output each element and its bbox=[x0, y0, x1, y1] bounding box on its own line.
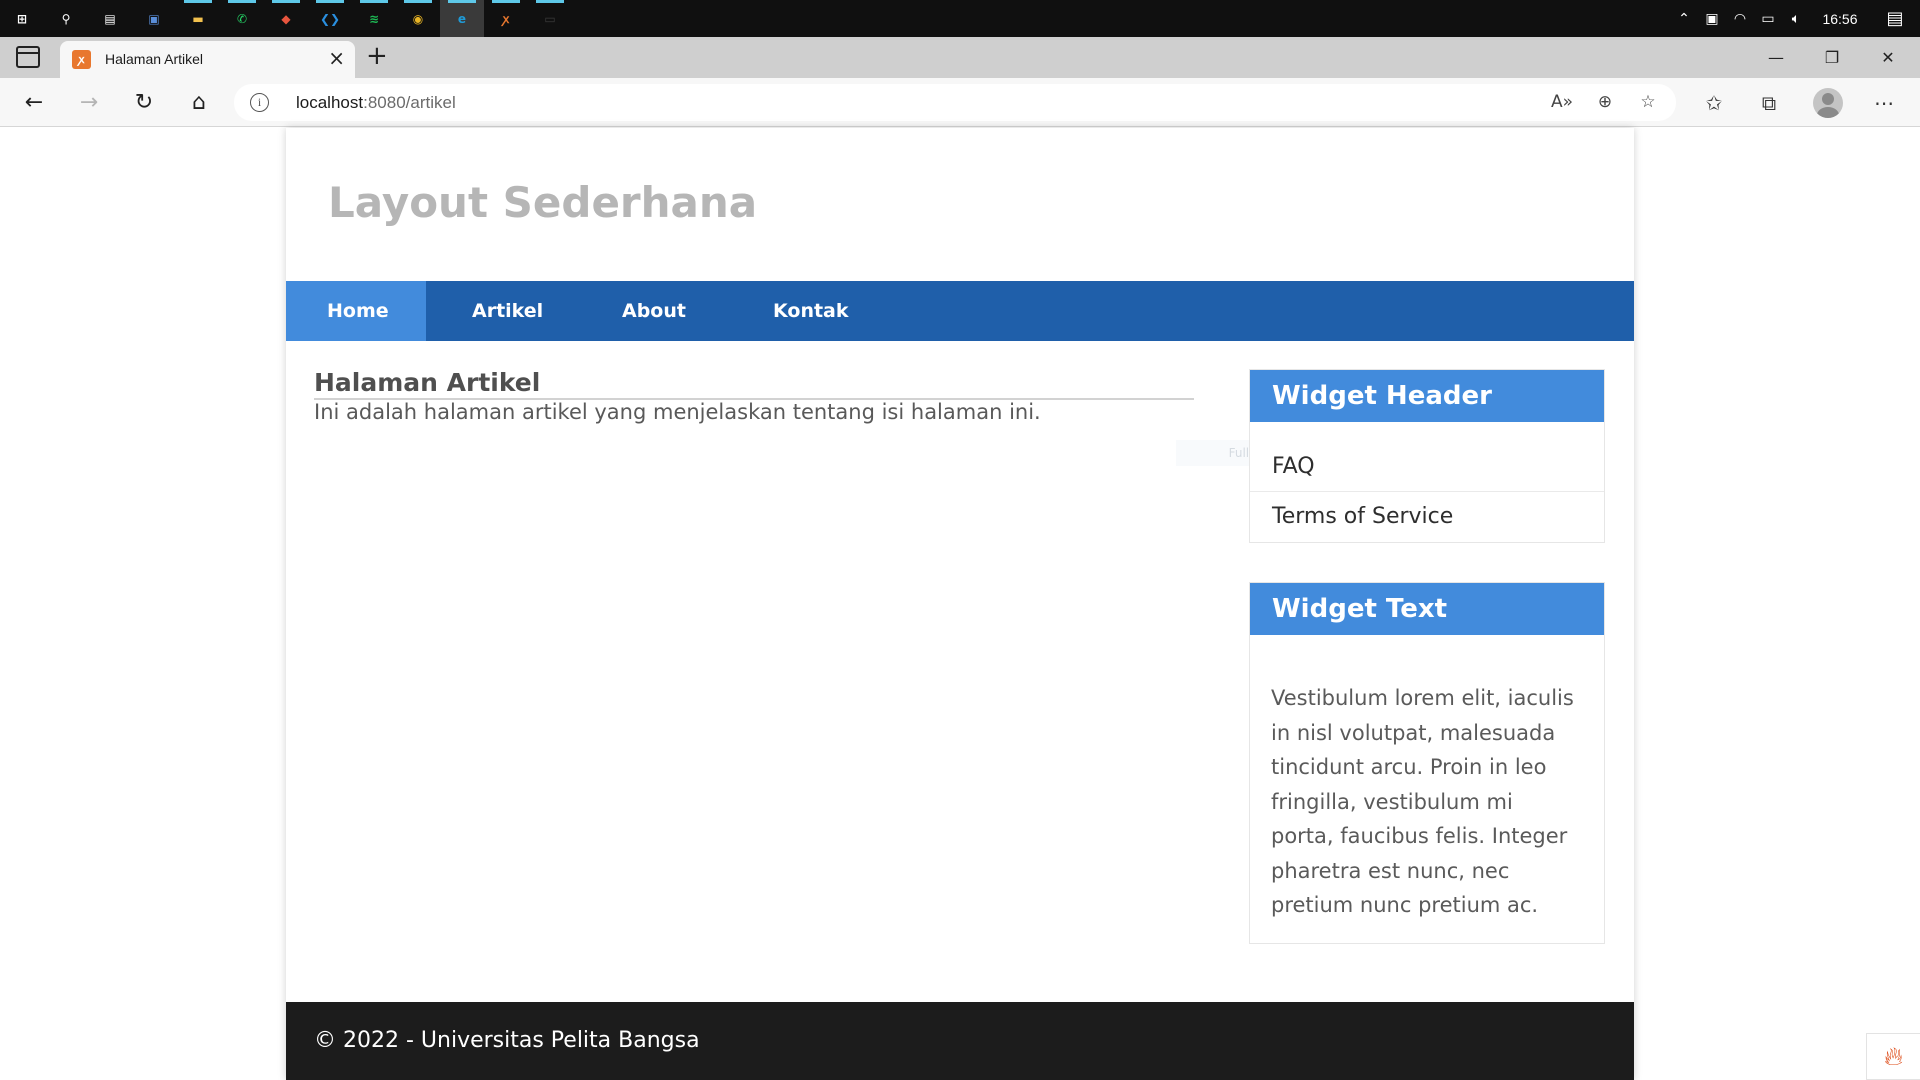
collections-icon[interactable]: ⧉ bbox=[1751, 87, 1787, 119]
windows-start-icon[interactable]: ⊞ bbox=[0, 0, 44, 37]
search-icon[interactable]: ⚲ bbox=[44, 0, 88, 37]
page-viewport: Layout Sederhana Home Artikel About Kont… bbox=[0, 128, 1920, 1080]
read-aloud-icon[interactable]: A» bbox=[1547, 92, 1577, 112]
photos-app-icon[interactable]: ▣ bbox=[132, 0, 176, 37]
search-icon-glyph: ⚲ bbox=[61, 11, 71, 26]
zoom-icon[interactable]: ⊕ bbox=[1590, 92, 1620, 112]
site-header: Layout Sederhana bbox=[286, 128, 1634, 281]
widget-header-title: Widget Header bbox=[1250, 370, 1604, 422]
browser-tab-active[interactable]: ꭗ Halaman Artikel × bbox=[60, 41, 355, 78]
site-title: Layout Sederhana bbox=[328, 178, 758, 227]
spotify-icon-glyph: ≋ bbox=[368, 11, 380, 26]
forward-arrow-icon[interactable]: → bbox=[71, 86, 107, 120]
xampp-favicon-icon: ꭗ bbox=[72, 50, 91, 69]
widget-header-box: Widget Header FAQ Terms of Service bbox=[1249, 369, 1605, 543]
spotify-icon[interactable]: ≋ bbox=[352, 0, 396, 37]
chevron-up-icon[interactable]: ⌃ bbox=[1670, 11, 1698, 27]
codeigniter-debug-toolbar-icon[interactable]: 🔥︎ bbox=[1866, 1033, 1920, 1080]
task-view-icon-glyph: ▤ bbox=[104, 11, 116, 26]
add-favorite-icon[interactable]: ☆ bbox=[1633, 92, 1663, 112]
favorites-icon[interactable]: ✩ bbox=[1696, 87, 1732, 119]
paint-app-icon[interactable]: ◆ bbox=[264, 0, 308, 37]
nav-link-about[interactable]: About bbox=[576, 281, 726, 341]
window-minimize-button[interactable]: — bbox=[1748, 37, 1804, 78]
site-info-icon[interactable]: i bbox=[250, 93, 269, 112]
widget-link-terms[interactable]: Terms of Service bbox=[1250, 492, 1604, 542]
terminal-icon[interactable]: ▭ bbox=[528, 0, 572, 37]
wifi-icon[interactable]: ◠ bbox=[1726, 11, 1754, 27]
vscode-icon[interactable]: ❮❯ bbox=[308, 0, 352, 37]
url-text[interactable]: localhost:8080/artikel bbox=[296, 93, 456, 113]
browser-toolbar: ← → ↻ ⌂ i localhost:8080/artikel A» ⊕ ☆ … bbox=[0, 78, 1920, 127]
article-body: Ini adalah halaman artikel yang menjelas… bbox=[314, 400, 1041, 424]
windows-taskbar: ⊞ ⚲ ▤ ▣ ▬ ✆ ◆ ❮❯ ≋ ◉ e ꭗ ▭ ⌃ ▣ ◠ ▭ 🔈︎ 16:56 ▤ bbox=[0, 0, 1920, 37]
file-explorer-icon-glyph: ▬ bbox=[192, 11, 204, 26]
chrome-icon[interactable]: ◉ bbox=[396, 0, 440, 37]
volume-icon[interactable]: 🔈︎ bbox=[1782, 11, 1810, 27]
nav-link-artikel[interactable]: Artikel bbox=[426, 281, 576, 341]
widget-text-box: Widget Text Vestibulum lorem elit, iacul… bbox=[1249, 582, 1605, 944]
xampp-icon[interactable]: ꭗ bbox=[484, 0, 528, 37]
widget-link-faq[interactable]: FAQ bbox=[1250, 442, 1604, 492]
browser-tabstrip: ꭗ Halaman Artikel × bbox=[0, 37, 1920, 78]
nav-link-kontak[interactable]: Kontak bbox=[726, 281, 876, 341]
widget-text-title: Widget Text bbox=[1250, 583, 1604, 635]
file-explorer-icon[interactable]: ▬ bbox=[176, 0, 220, 37]
system-tray: ⌃ ▣ ◠ ▭ 🔈︎ 16:56 ▤ bbox=[1670, 0, 1920, 37]
profile-avatar[interactable] bbox=[1813, 88, 1843, 118]
taskbar-apps: ⊞ ⚲ ▤ ▣ ▬ ✆ ◆ ❮❯ ≋ ◉ e ꭗ ▭ bbox=[0, 0, 572, 37]
tab-actions-icon[interactable] bbox=[16, 46, 40, 68]
paint-app-icon-glyph: ◆ bbox=[281, 11, 291, 26]
tab-close-icon[interactable]: × bbox=[328, 46, 345, 70]
address-bar[interactable]: i localhost:8080/artikel A» ⊕ ☆ bbox=[234, 84, 1676, 121]
xampp-icon-glyph: ꭗ bbox=[502, 12, 510, 26]
meet-now-icon[interactable]: ▣ bbox=[1698, 11, 1726, 27]
new-tab-button[interactable]: + bbox=[366, 41, 388, 71]
edge-icon-glyph: e bbox=[457, 11, 467, 26]
url-host: localhost bbox=[296, 93, 364, 112]
site-footer: © 2022 - Universitas Pelita Bangsa bbox=[286, 1002, 1634, 1080]
chrome-icon-glyph: ◉ bbox=[412, 11, 424, 26]
edge-icon[interactable]: e bbox=[440, 0, 484, 37]
main-content: Halaman Artikel Ini adalah halaman artik… bbox=[314, 368, 1194, 426]
nav-link-home[interactable]: Home bbox=[286, 281, 426, 341]
notification-center-icon[interactable]: ▤ bbox=[1870, 8, 1920, 29]
task-view-icon[interactable]: ▤ bbox=[88, 0, 132, 37]
widget-link-list: FAQ Terms of Service bbox=[1250, 422, 1604, 542]
window-restore-button[interactable]: ❐ bbox=[1804, 37, 1860, 78]
photos-app-icon-glyph: ▣ bbox=[148, 11, 160, 26]
page-container: Layout Sederhana Home Artikel About Kont… bbox=[286, 128, 1634, 1080]
tab-title: Halaman Artikel bbox=[105, 51, 204, 67]
battery-icon[interactable]: ▭ bbox=[1754, 11, 1782, 27]
terminal-icon-glyph: ▭ bbox=[544, 11, 556, 26]
windows-start-icon-glyph: ⊞ bbox=[16, 11, 28, 26]
url-path: :8080/artikel bbox=[363, 93, 456, 112]
home-icon[interactable]: ⌂ bbox=[181, 86, 217, 120]
whatsapp-icon-glyph: ✆ bbox=[236, 11, 248, 26]
whatsapp-icon[interactable]: ✆ bbox=[220, 0, 264, 37]
vscode-icon-glyph: ❮❯ bbox=[319, 11, 341, 26]
refresh-icon[interactable]: ↻ bbox=[126, 86, 162, 120]
more-options-icon[interactable]: ⋯ bbox=[1866, 87, 1902, 119]
main-navigation: Home Artikel About Kontak bbox=[286, 281, 1634, 341]
taskbar-clock[interactable]: 16:56 bbox=[1810, 11, 1870, 27]
window-close-button[interactable]: ✕ bbox=[1860, 37, 1916, 78]
article-title: Halaman Artikel bbox=[314, 368, 1194, 400]
back-arrow-icon[interactable]: ← bbox=[16, 86, 52, 120]
widget-text-body: Vestibulum lorem elit, iaculis in nisl v… bbox=[1271, 686, 1574, 917]
